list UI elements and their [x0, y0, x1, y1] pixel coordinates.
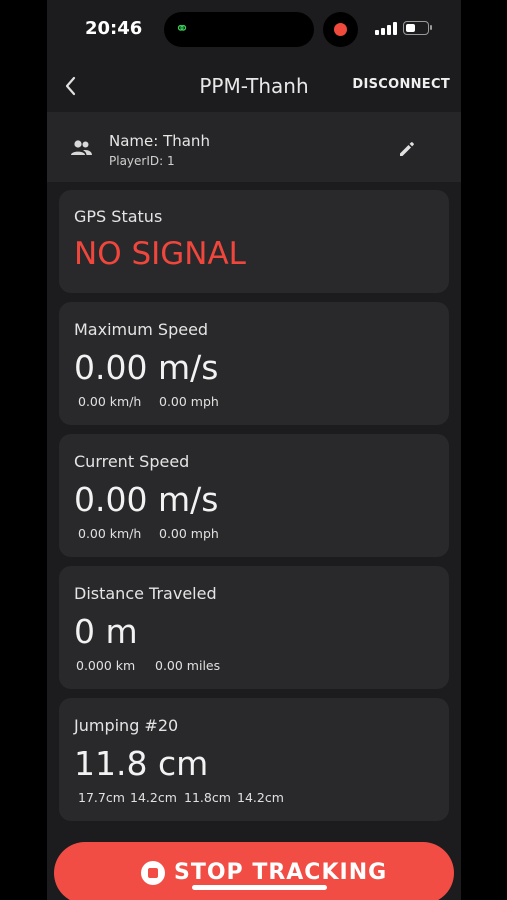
gps-status-value: NO SIGNAL — [74, 236, 246, 272]
app-screen: 20:46 ⚭ PPM-Thanh DISCONNECT Name: Thanh… — [47, 0, 461, 900]
current-speed-value: 0.00 m/s — [74, 480, 219, 519]
home-indicator[interactable] — [192, 885, 327, 890]
player-id: PlayerID: 1 — [109, 154, 175, 168]
jumping-card: Jumping #20 11.8 cm 17.7cm 14.2cm 11.8cm… — [59, 698, 449, 821]
chevron-left-icon[interactable] — [61, 72, 81, 100]
max-speed-value: 0.00 m/s — [74, 348, 219, 387]
disconnect-button[interactable]: DISCONNECT — [352, 77, 450, 92]
screen-recording-indicator — [323, 12, 358, 47]
player-info: Name: Thanh PlayerID: 1 — [47, 112, 461, 182]
player-name: Name: Thanh — [109, 132, 210, 150]
jump-history-item: 11.8cm — [184, 790, 231, 805]
card-title: Distance Traveled — [74, 584, 217, 603]
distance-km: 0.000 km — [76, 658, 136, 673]
stop-icon — [141, 861, 165, 885]
nav-bar: PPM-Thanh DISCONNECT — [47, 62, 461, 110]
link-icon: ⚭ — [174, 19, 190, 39]
jump-history-item: 14.2cm — [237, 790, 284, 805]
jump-history-item: 14.2cm — [130, 790, 177, 805]
cellular-signal-icon — [375, 22, 397, 35]
max-speed-card: Maximum Speed 0.00 m/s 0.00 km/h 0.00 mp… — [59, 302, 449, 425]
pencil-icon[interactable] — [397, 139, 417, 159]
jump-history-item: 17.7cm — [78, 790, 125, 805]
status-time: 20:46 — [85, 18, 143, 39]
status-bar: 20:46 ⚭ — [47, 0, 461, 60]
battery-icon — [403, 21, 429, 35]
current-speed-kmh: 0.00 km/h — [78, 526, 142, 541]
card-title: Maximum Speed — [74, 320, 209, 339]
people-icon — [71, 140, 92, 155]
current-speed-mph: 0.00 mph — [159, 526, 219, 541]
record-dot-icon — [334, 23, 347, 36]
max-speed-mph: 0.00 mph — [159, 394, 219, 409]
distance-miles: 0.00 miles — [155, 658, 221, 673]
page-title: PPM-Thanh — [199, 74, 309, 98]
stop-tracking-button[interactable]: STOP TRACKING — [54, 842, 454, 900]
card-title: Current Speed — [74, 452, 190, 471]
dynamic-island: ⚭ — [164, 12, 314, 47]
gps-status-card: GPS Status NO SIGNAL — [59, 190, 449, 293]
card-title: Jumping #20 — [74, 716, 179, 735]
jumping-value: 11.8 cm — [74, 744, 209, 783]
distance-card: Distance Traveled 0 m 0.000 km 0.00 mile… — [59, 566, 449, 689]
card-title: GPS Status — [74, 207, 163, 226]
stop-tracking-label: STOP TRACKING — [174, 860, 388, 885]
distance-value: 0 m — [74, 612, 138, 651]
current-speed-card: Current Speed 0.00 m/s 0.00 km/h 0.00 mp… — [59, 434, 449, 557]
max-speed-kmh: 0.00 km/h — [78, 394, 142, 409]
